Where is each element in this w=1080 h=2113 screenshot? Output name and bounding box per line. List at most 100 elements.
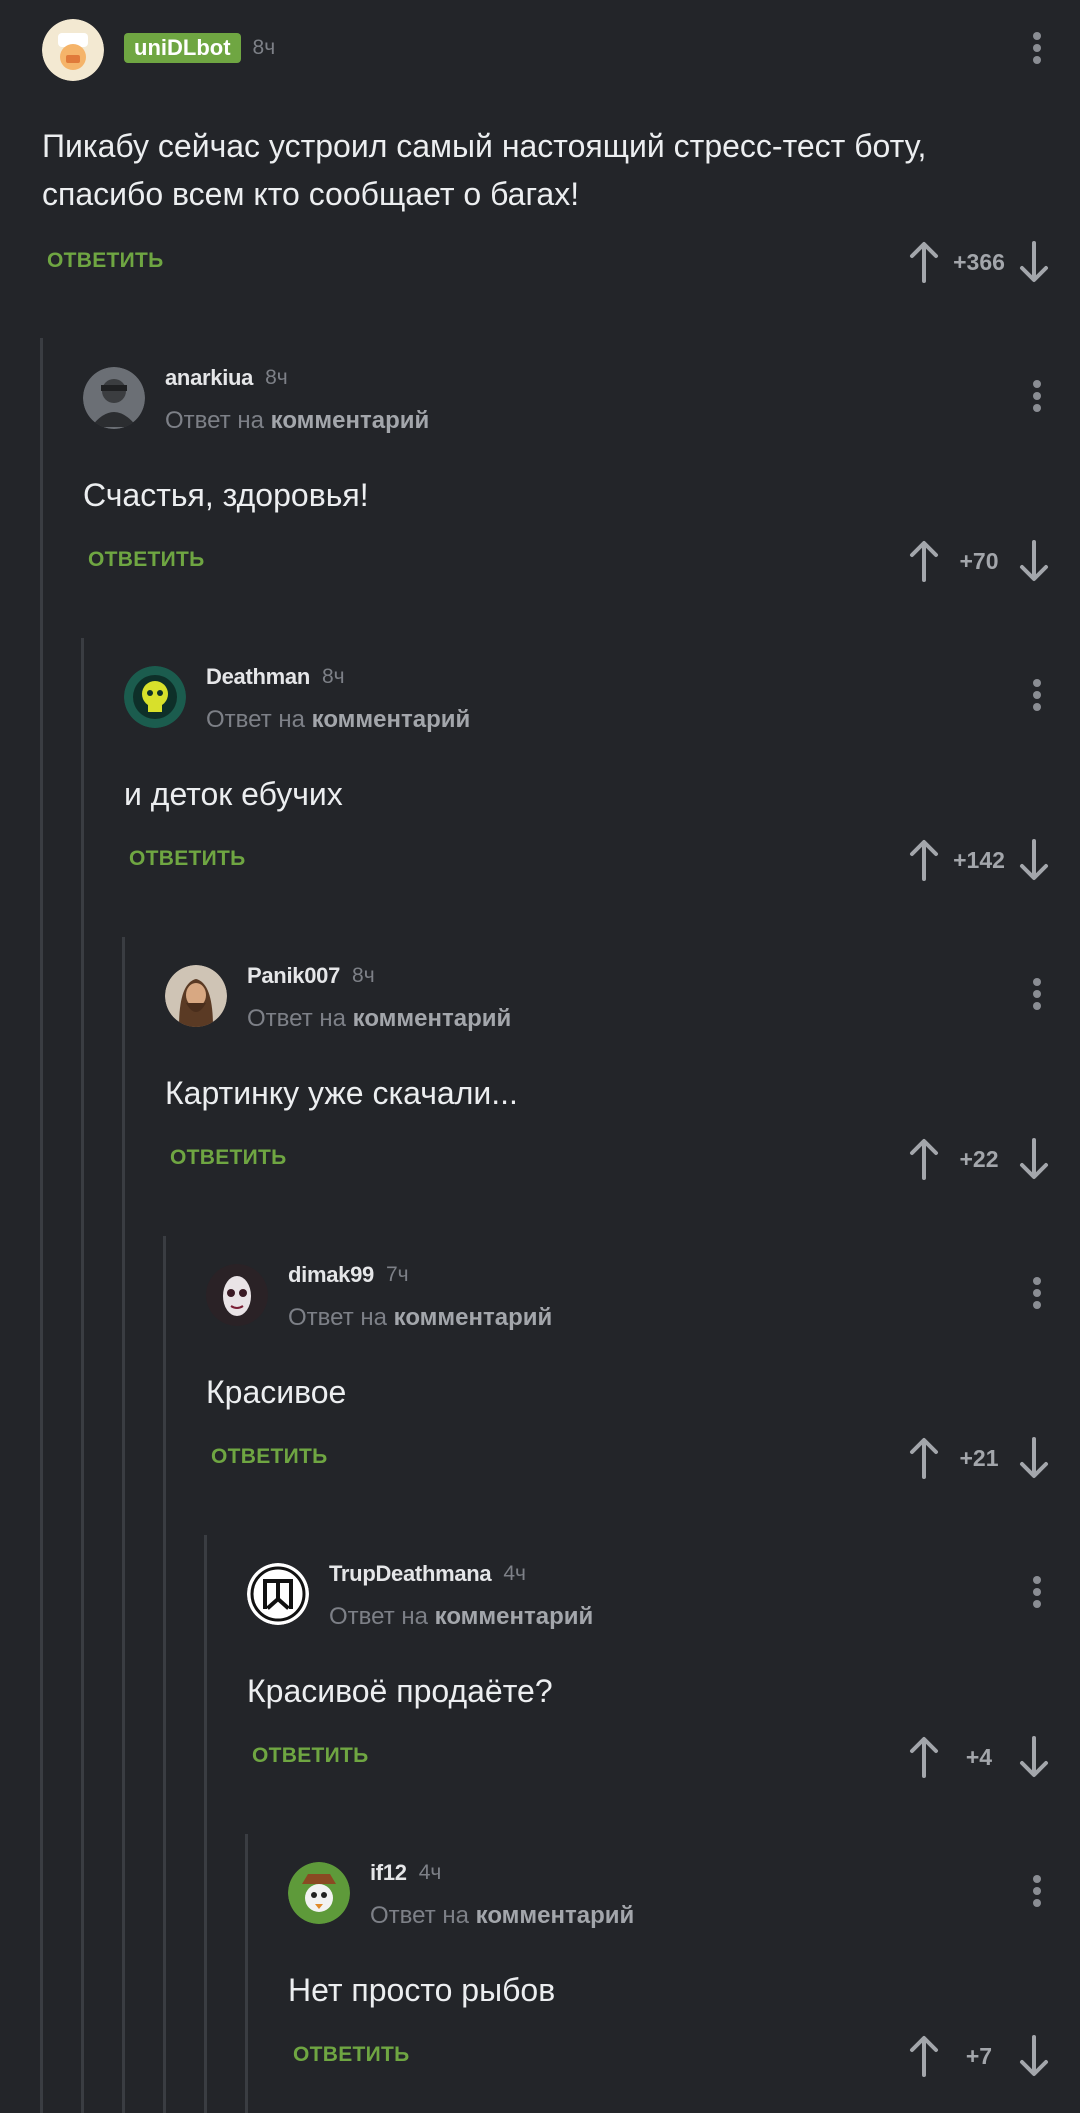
reply-to-link[interactable]: Ответ на комментарий	[247, 1005, 511, 1033]
avatar[interactable]	[247, 1563, 309, 1625]
downvote-arrow-icon	[1020, 1437, 1048, 1478]
author-name[interactable]: dimak99	[288, 1262, 374, 1288]
reply-to-link[interactable]: Ответ на комментарий	[370, 1902, 634, 1930]
timestamp: 4ч	[503, 1562, 526, 1585]
comment-text: Пикабу сейчас устроил самый настоящий ст…	[42, 128, 927, 212]
reply-to-link[interactable]: Ответ на комментарий	[288, 1304, 552, 1332]
avatar[interactable]	[165, 965, 227, 1027]
reply-to-target[interactable]: комментарий	[312, 706, 471, 733]
upvote-button[interactable]	[904, 1732, 944, 1782]
downvote-button[interactable]	[1014, 1732, 1054, 1782]
avatar[interactable]	[124, 666, 186, 728]
thread-line-5	[204, 1535, 207, 2113]
upvote-arrow-icon	[910, 1737, 938, 1778]
more-menu-button[interactable]	[1020, 1268, 1054, 1318]
reply-button[interactable]: ОТВЕТИТЬ	[170, 1146, 287, 1170]
reply-button[interactable]: ОТВЕТИТЬ	[88, 548, 205, 572]
author-row: if12 4ч	[370, 1856, 441, 1890]
more-vertical-icon	[1033, 978, 1041, 1010]
thread-line-3	[122, 937, 125, 2113]
downvote-button[interactable]	[1014, 1134, 1054, 1184]
more-menu-button[interactable]	[1020, 670, 1054, 720]
more-menu-button[interactable]	[1020, 969, 1054, 1019]
downvote-button[interactable]	[1014, 237, 1054, 287]
reply-to-target[interactable]: комментарий	[353, 1005, 512, 1032]
downvote-button[interactable]	[1014, 835, 1054, 885]
rating-value: +4	[965, 1743, 993, 1770]
upvote-button[interactable]	[904, 1433, 944, 1483]
downvote-arrow-icon	[1020, 2035, 1048, 2076]
upvote-arrow-icon	[910, 541, 938, 582]
timestamp: 4ч	[418, 1861, 442, 1884]
reply-to-link[interactable]: Ответ на комментарий	[165, 407, 429, 435]
more-menu-button[interactable]	[1020, 23, 1054, 73]
rating-value: +70	[959, 547, 999, 574]
author-row: Deathman 8ч	[206, 660, 345, 694]
reply-button[interactable]: ОТВЕТИТЬ	[293, 2043, 410, 2067]
more-vertical-icon	[1033, 32, 1041, 64]
avatar[interactable]	[42, 19, 104, 81]
author-name[interactable]: anarkiua	[165, 365, 253, 391]
upvote-button[interactable]	[904, 1134, 944, 1184]
downvote-arrow-icon	[1020, 839, 1048, 880]
reply-to-prefix: Ответ на	[206, 706, 305, 733]
reply-to-target[interactable]: комментарий	[476, 1902, 635, 1929]
thread-line-6	[245, 1834, 248, 2113]
avatar[interactable]	[288, 1862, 350, 1924]
reply-to-link[interactable]: Ответ на комментарий	[206, 706, 470, 734]
downvote-arrow-icon	[1020, 1736, 1048, 1777]
upvote-button[interactable]	[904, 237, 944, 287]
author-name[interactable]: if12	[370, 1860, 407, 1886]
reply-to-target[interactable]: комментарий	[435, 1603, 594, 1630]
more-menu-button[interactable]	[1020, 371, 1054, 421]
more-menu-button[interactable]	[1020, 1567, 1054, 1617]
downvote-button[interactable]	[1014, 536, 1054, 586]
rating-value: +366	[953, 248, 1005, 275]
author-name[interactable]: TrupDeathmana	[329, 1561, 492, 1587]
author-name[interactable]: uniDLbot	[124, 33, 241, 63]
more-menu-button[interactable]	[1020, 1866, 1054, 1916]
author-name[interactable]: Panik007	[247, 963, 340, 989]
comment-text: Красивоё продаёте?	[247, 1673, 553, 1709]
comment-text: Картинку уже скачали...	[165, 1075, 518, 1111]
thread-line-4	[163, 1236, 166, 2113]
downvote-arrow-icon	[1020, 540, 1048, 581]
reply-button[interactable]: ОТВЕТИТЬ	[211, 1445, 328, 1469]
vote-controls: +7	[904, 2031, 1054, 2081]
reply-to-target[interactable]: комментарий	[271, 407, 430, 434]
more-vertical-icon	[1033, 1576, 1041, 1608]
upvote-arrow-icon	[910, 242, 938, 283]
reply-button[interactable]: ОТВЕТИТЬ	[129, 847, 246, 871]
reply-to-target[interactable]: комментарий	[394, 1304, 553, 1331]
timestamp: 7ч	[385, 1263, 409, 1286]
comment-text: Счастья, здоровья!	[83, 477, 369, 513]
upvote-arrow-icon	[910, 1139, 938, 1180]
vote-controls: +21	[904, 1433, 1054, 1483]
rating-value: +142	[953, 846, 1005, 873]
upvote-button[interactable]	[904, 2031, 944, 2081]
author-row: uniDLbot 8ч	[124, 31, 275, 65]
reply-to-link[interactable]: Ответ на комментарий	[329, 1603, 593, 1631]
author-row: TrupDeathmana 4ч	[329, 1557, 526, 1591]
avatar[interactable]	[206, 1264, 268, 1326]
reply-button[interactable]: ОТВЕТИТЬ	[47, 249, 164, 273]
upvote-button[interactable]	[904, 536, 944, 586]
downvote-button[interactable]	[1014, 1433, 1054, 1483]
more-vertical-icon	[1033, 1875, 1041, 1907]
thread-line-1	[40, 338, 43, 2113]
avatar[interactable]	[83, 367, 145, 429]
comment-text: Нет просто рыбов	[288, 1972, 556, 2008]
reply-to-prefix: Ответ на	[288, 1304, 387, 1331]
rating-value: +21	[959, 1444, 999, 1471]
vote-controls: +142	[904, 835, 1054, 885]
author-row: dimak99 7ч	[288, 1258, 409, 1292]
reply-to-prefix: Ответ на	[329, 1603, 428, 1630]
upvote-button[interactable]	[904, 835, 944, 885]
reply-button[interactable]: ОТВЕТИТЬ	[252, 1744, 369, 1768]
upvote-arrow-icon	[910, 840, 938, 881]
downvote-button[interactable]	[1014, 2031, 1054, 2081]
comment-text: и деток ебучих	[124, 776, 343, 812]
vote-controls: +366	[904, 237, 1054, 287]
author-name[interactable]: Deathman	[206, 664, 310, 690]
timestamp: 8ч	[352, 964, 375, 987]
